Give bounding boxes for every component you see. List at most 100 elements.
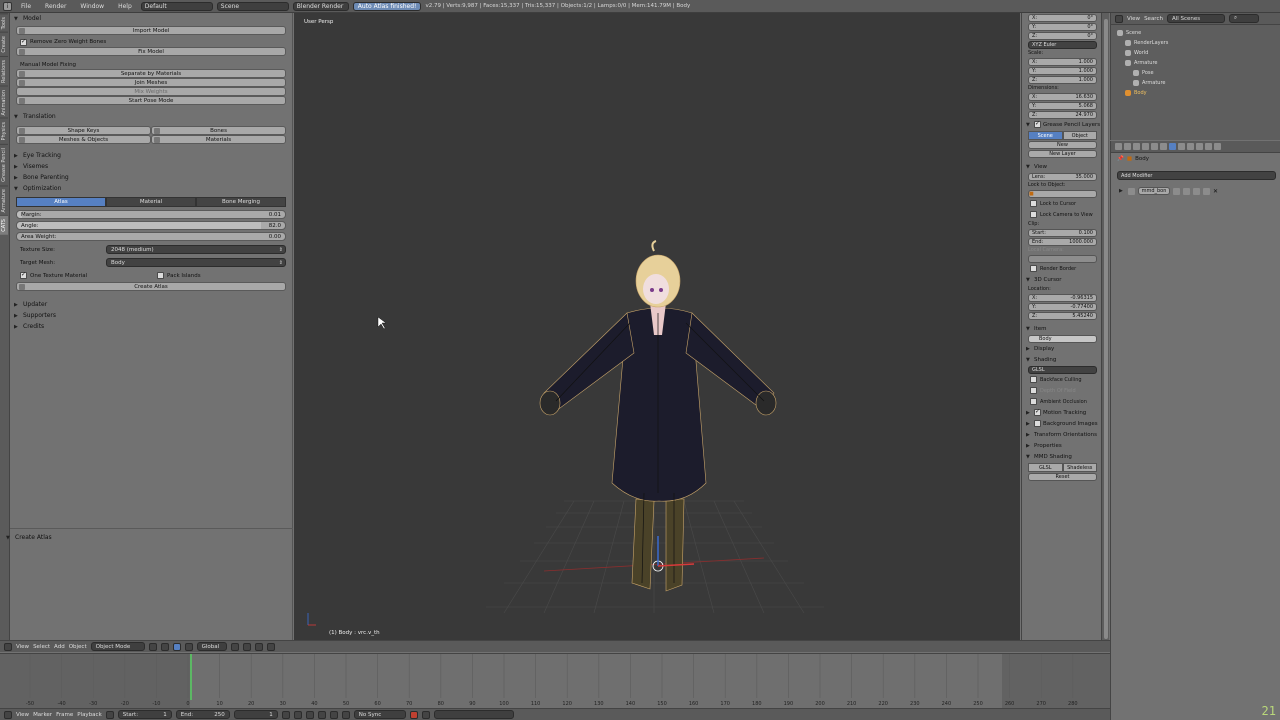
outliner-view-menu[interactable]: View: [1127, 16, 1140, 22]
fix-model-button[interactable]: Fix Model: [16, 47, 286, 56]
3d-cursor-panel-header[interactable]: ▼ 3D Cursor: [1022, 274, 1101, 285]
data-tab-icon[interactable]: [1178, 143, 1185, 150]
menu-window[interactable]: Window: [75, 3, 109, 10]
manipulator-icon[interactable]: [172, 642, 181, 651]
expand-triangle-icon[interactable]: ▶: [1119, 188, 1125, 194]
item-panel-header[interactable]: ▼ Item: [1022, 323, 1101, 334]
modifier-move-up-icon[interactable]: [1193, 187, 1200, 195]
render-preview-icon[interactable]: [266, 642, 275, 651]
gp-new-layer-button[interactable]: New Layer: [1028, 150, 1097, 158]
scale-z-field[interactable]: Z: 1.000: [1028, 76, 1097, 84]
dimensions-x-field[interactable]: X: 16.630: [1028, 93, 1097, 101]
tab-atlas[interactable]: Atlas: [16, 197, 106, 207]
texture-size-select[interactable]: 2048 (medium): [106, 245, 286, 254]
tab-tools[interactable]: Tools: [0, 13, 8, 33]
local-camera-field[interactable]: [1028, 255, 1097, 263]
start-pose-mode-button[interactable]: Start Pose Mode: [16, 96, 286, 105]
shading-mode-select[interactable]: GLSL: [1028, 366, 1097, 374]
create-atlas-button[interactable]: Create Atlas: [16, 282, 286, 291]
join-meshes-button[interactable]: Join Meshes: [16, 78, 286, 87]
updater-panel-header[interactable]: ▶ Updater: [10, 299, 292, 310]
constraints-tab-icon[interactable]: [1160, 143, 1167, 150]
rotation-y-field[interactable]: Y: 0°: [1028, 23, 1097, 31]
mmd-glsl-button[interactable]: GLSL: [1028, 463, 1063, 472]
jump-end-icon[interactable]: [341, 710, 350, 719]
modifier-move-down-icon[interactable]: [1203, 187, 1210, 195]
keying-set-field[interactable]: [433, 710, 514, 719]
bone-parenting-panel-header[interactable]: ▶ Bone Parenting: [10, 172, 292, 183]
outliner-item-renderlayers[interactable]: RenderLayers: [1117, 38, 1280, 48]
layers-icon[interactable]: [230, 642, 239, 651]
menu-marker[interactable]: Marker: [33, 712, 52, 718]
timeline-editor[interactable]: -50 -40 -30 -20 -10 0 10 20 30 40 50 60 70 80 90 100 110…: [0, 653, 1110, 709]
backface-culling-checkbox[interactable]: Backface Culling: [1022, 374, 1101, 385]
record-icon[interactable]: [409, 710, 418, 719]
layers-icon[interactable]: [242, 642, 251, 651]
tab-gp-object[interactable]: Object: [1062, 131, 1097, 140]
screen-layout-selector[interactable]: Default: [140, 1, 213, 11]
tab-cats[interactable]: CATS: [0, 215, 8, 236]
dimensions-z-field[interactable]: Z: 24.970: [1028, 111, 1097, 119]
play-reverse-icon[interactable]: [305, 710, 314, 719]
physics-tab-icon[interactable]: [1214, 143, 1221, 150]
import-model-button[interactable]: Import Model: [16, 26, 286, 35]
3d-viewport[interactable]: User Persp (1) Body: vrc.v_th: [294, 13, 1020, 640]
remove-zero-weight-checkbox[interactable]: Remove Zero Weight Bones: [10, 37, 292, 47]
editor-type-icon[interactable]: i: [3, 1, 12, 11]
outliner-item-world[interactable]: World: [1117, 48, 1280, 58]
grease-pencil-header[interactable]: ▼ Grease Pencil Layers: [1022, 119, 1101, 130]
timeline-canvas[interactable]: -50 -40 -30 -20 -10 0 10 20 30 40 50 60 70 80 90 100 110…: [0, 654, 1110, 709]
modifier-editmode-icon[interactable]: [1183, 187, 1190, 195]
menu-select[interactable]: Select: [33, 644, 50, 650]
model-panel-header[interactable]: ▼ Model: [10, 13, 292, 24]
menu-help[interactable]: Help: [113, 3, 137, 10]
tab-animation[interactable]: Animation: [0, 85, 8, 119]
ambient-occlusion-checkbox[interactable]: Ambient Occlusion: [1022, 396, 1101, 407]
particles-tab-icon[interactable]: [1205, 143, 1212, 150]
separate-by-materials-button[interactable]: Separate by Materials: [16, 69, 286, 78]
tab-gp-scene[interactable]: Scene: [1028, 131, 1063, 140]
eye-tracking-panel-header[interactable]: ▶ Eye Tracking: [10, 150, 292, 161]
lock-to-cursor-checkbox[interactable]: Lock to Cursor: [1022, 198, 1101, 209]
jump-start-icon[interactable]: [281, 710, 290, 719]
cursor-x-field[interactable]: X: -0.96315: [1028, 294, 1097, 302]
checkbox-checked-icon[interactable]: [1034, 408, 1041, 416]
translation-panel-header[interactable]: ▼ Translation: [10, 111, 292, 122]
angle-slider[interactable]: Angle: 82.0: [16, 221, 286, 230]
rotation-x-field[interactable]: X: 0°: [1028, 14, 1097, 22]
outliner-item-pose[interactable]: Pose: [1117, 68, 1280, 78]
shading-panel-header[interactable]: ▼ Shading: [1022, 354, 1101, 365]
mmd-shadeless-button[interactable]: Shadeless: [1062, 463, 1097, 472]
render-engine-selector[interactable]: Blender Render: [292, 1, 349, 11]
credits-panel-header[interactable]: ▶ Credits: [10, 321, 292, 332]
texture-tab-icon[interactable]: [1196, 143, 1203, 150]
scrollbar-thumb[interactable]: [1104, 19, 1108, 639]
motion-tracking-header[interactable]: ▶ Motion Tracking: [1022, 407, 1101, 418]
view-panel-header[interactable]: ▼ View: [1022, 161, 1101, 172]
gp-new-button[interactable]: New: [1028, 141, 1097, 149]
render-border-checkbox[interactable]: Render Border: [1022, 263, 1101, 274]
outliner-search-menu[interactable]: Search: [1144, 16, 1163, 22]
menu-add[interactable]: Add: [54, 644, 65, 650]
supporters-panel-header[interactable]: ▶ Supporters: [10, 310, 292, 321]
current-frame-field[interactable]: 1: [233, 710, 278, 719]
menu-render[interactable]: Render: [40, 3, 71, 10]
depth-of-field-checkbox[interactable]: Depth Of Field: [1022, 385, 1101, 396]
material-tab-icon[interactable]: [1187, 143, 1194, 150]
pivot-point-icon[interactable]: [160, 642, 169, 651]
start-frame-field[interactable]: Start: 1: [117, 710, 172, 719]
item-name-field[interactable]: Body: [1028, 335, 1097, 343]
add-modifier-select[interactable]: Add Modifier: [1117, 171, 1276, 180]
scale-y-field[interactable]: Y: 1.000: [1028, 67, 1097, 75]
render-layers-tab-icon[interactable]: [1124, 143, 1131, 150]
scene-selector[interactable]: Scene: [216, 1, 289, 11]
menu-file[interactable]: File: [16, 3, 36, 10]
modifiers-tab-icon[interactable]: [1169, 143, 1176, 150]
transform-orientation-select[interactable]: Global: [196, 642, 227, 651]
translate-materials-button[interactable]: Materials: [151, 135, 286, 144]
outliner-search-field[interactable]: ⌕: [1228, 14, 1259, 23]
target-mesh-select[interactable]: Body: [106, 258, 286, 267]
last-operator-panel-header[interactable]: ▼ Create Atlas: [2, 532, 52, 543]
modifier-name-field[interactable]: mmd_bon: [1138, 187, 1170, 195]
snap-icon[interactable]: [254, 642, 263, 651]
